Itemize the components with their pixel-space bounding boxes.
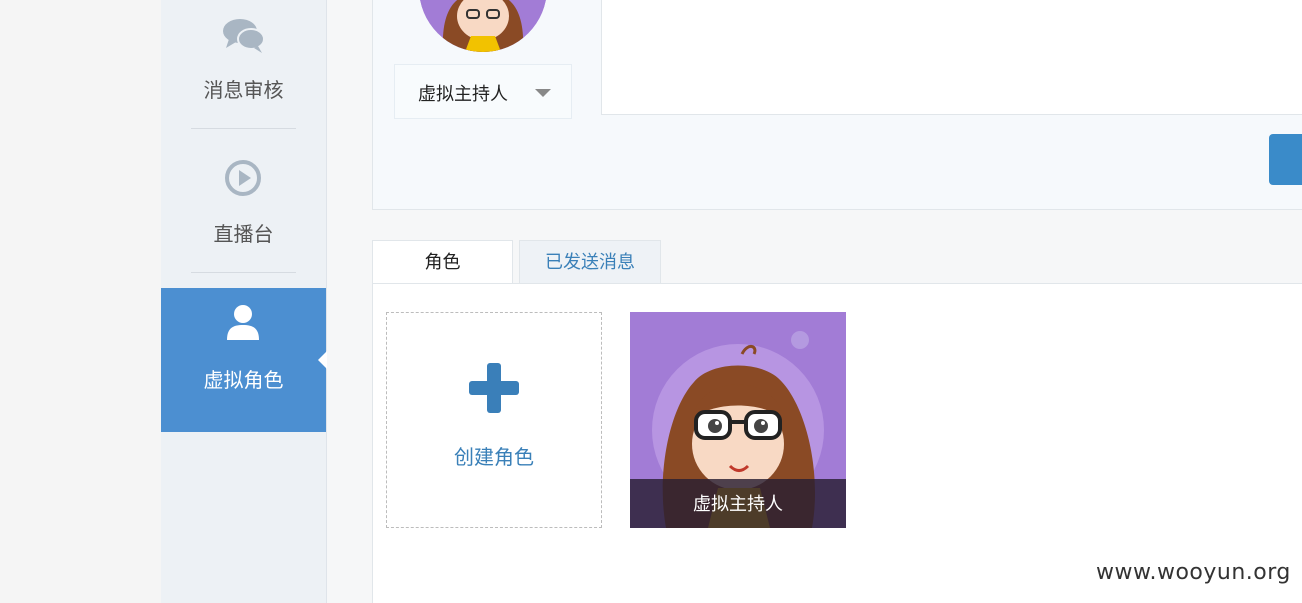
create-role-card[interactable]: 创建角色	[386, 312, 602, 528]
sidebar-item-virtual-role[interactable]: 虚拟角色	[161, 288, 327, 432]
message-input[interactable]	[601, 0, 1302, 115]
sidebar-item-label: 消息审核	[203, 78, 284, 102]
sidebar-item-label: 直播台	[213, 222, 274, 246]
message-composer: 虚拟主持人	[372, 0, 1302, 210]
sidebar: 消息审核 直播台 虚拟角色	[161, 0, 327, 603]
chat-bubbles-icon	[223, 19, 265, 53]
roles-panel: 创建角色 虚拟主持人	[372, 284, 1302, 603]
plus-icon	[469, 363, 519, 413]
tab-sent-messages[interactable]: 已发送消息	[519, 240, 661, 284]
role-select-value: 虚拟主持人	[418, 84, 508, 105]
selected-role-avatar	[419, 0, 547, 52]
chevron-down-icon	[535, 89, 551, 97]
divider	[191, 128, 296, 129]
play-circle-icon	[225, 160, 261, 196]
active-indicator	[318, 351, 327, 369]
main-content: 虚拟主持人 角色 已发送消息 创建角色 虚拟主持人	[327, 0, 1302, 603]
divider	[191, 272, 296, 273]
create-role-label: 创建角色	[454, 445, 534, 469]
role-card-name: 虚拟主持人	[630, 479, 846, 528]
sidebar-item-label: 虚拟角色	[203, 368, 284, 392]
role-card[interactable]: 虚拟主持人	[630, 312, 846, 528]
send-button[interactable]	[1269, 134, 1302, 185]
watermark: www.wooyun.org	[1096, 560, 1291, 585]
tab-roles[interactable]: 角色	[372, 240, 513, 285]
sidebar-item-message-review[interactable]: 消息审核	[161, 0, 326, 120]
role-select-dropdown[interactable]: 虚拟主持人	[394, 64, 572, 119]
cartoon-girl-avatar	[420, 0, 546, 52]
sidebar-item-live-console[interactable]: 直播台	[161, 140, 326, 270]
user-icon	[227, 305, 259, 340]
